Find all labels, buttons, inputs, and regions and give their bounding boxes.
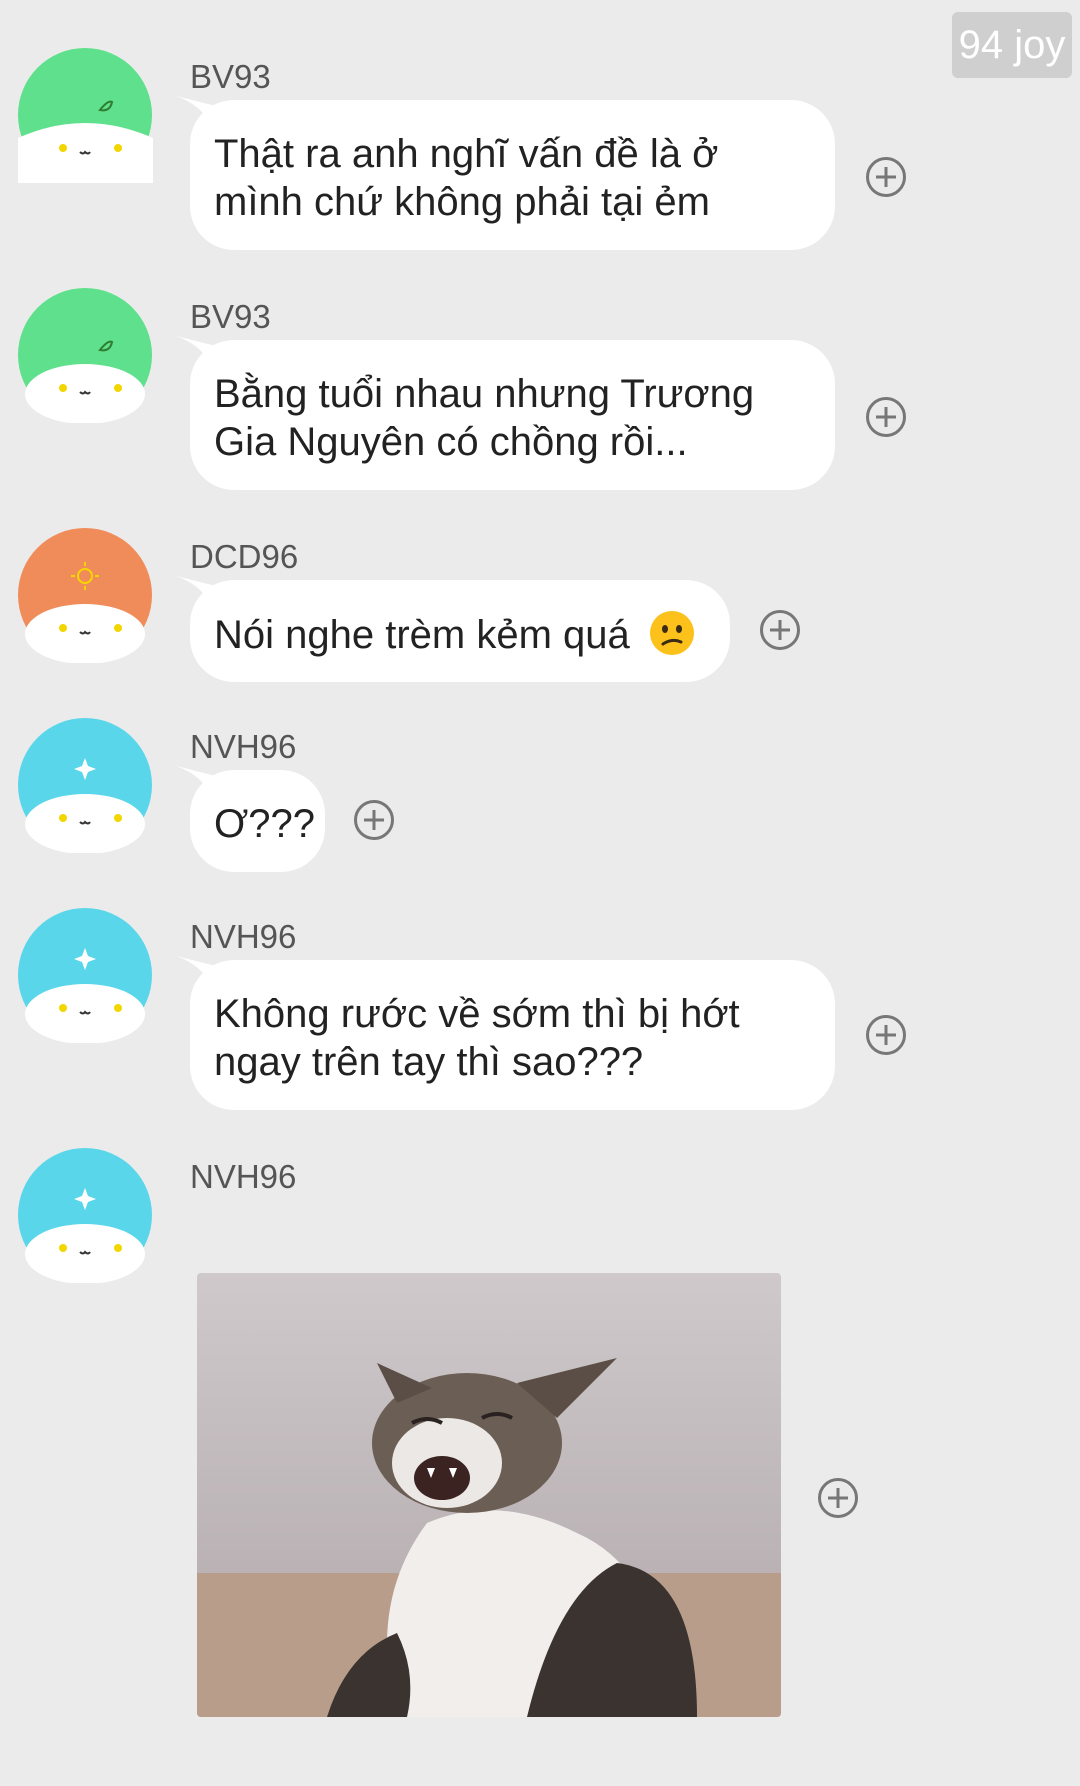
message-line: mình chứ không phải tại ẻm <box>214 180 710 224</box>
avatar-sun[interactable] <box>18 528 153 663</box>
avatar-leaf[interactable] <box>18 48 153 183</box>
avatar-leaf[interactable] <box>18 288 153 423</box>
message-bubble[interactable]: Không rước về sớm thì bị hớt ngay trên t… <box>190 960 835 1110</box>
message-line: Thật ra anh nghĩ vấn đề là ở <box>214 132 719 176</box>
message-line: Bằng tuổi nhau nhưng Trương <box>214 372 755 416</box>
sender-name: DCD96 <box>190 538 299 575</box>
screaming-cat-photo[interactable] <box>197 1273 781 1717</box>
message-line: Nói nghe trèm kẻm quá <box>214 613 630 657</box>
add-reaction-icon[interactable] <box>866 157 906 197</box>
avatar-sparkle[interactable] <box>18 1148 153 1283</box>
sender-name: BV93 <box>190 58 271 95</box>
leaf-icon <box>18 48 153 183</box>
avatar-sparkle[interactable] <box>18 908 153 1043</box>
message-bubble[interactable]: Bằng tuổi nhau nhưng Trương Gia Nguyên c… <box>190 340 835 490</box>
message-line: Không rước về sớm thì bị hớt <box>214 992 740 1036</box>
message-bubble[interactable]: Nói nghe trèm kẻm quá <box>190 580 730 682</box>
avatar-sparkle[interactable] <box>18 718 153 853</box>
sparkle-icon <box>18 908 152 1043</box>
confused-face-icon <box>649 610 695 656</box>
leaf-icon <box>18 288 152 423</box>
message-line: Gia Nguyên có chồng rồi... <box>214 420 688 464</box>
message-line: ngay trên tay thì sao??? <box>214 1040 644 1084</box>
sender-name: BV93 <box>190 298 271 335</box>
message-bubble[interactable]: Thật ra anh nghĩ vấn đề là ở mình chứ kh… <box>190 100 835 250</box>
watermark: 94 joy <box>952 12 1072 78</box>
add-reaction-icon[interactable] <box>818 1478 858 1518</box>
message-line: Ơ??? <box>214 802 316 846</box>
sender-name: NVH96 <box>190 728 297 765</box>
sun-icon <box>18 528 152 663</box>
add-reaction-icon[interactable] <box>760 610 800 650</box>
sender-name: NVH96 <box>190 918 297 955</box>
add-reaction-icon[interactable] <box>866 397 906 437</box>
message-bubble[interactable]: Ơ??? <box>190 770 325 872</box>
sparkle-icon <box>18 1148 152 1283</box>
sender-name: NVH96 <box>190 1158 297 1195</box>
add-reaction-icon[interactable] <box>866 1015 906 1055</box>
sparkle-icon <box>18 718 152 853</box>
add-reaction-icon[interactable] <box>354 800 394 840</box>
